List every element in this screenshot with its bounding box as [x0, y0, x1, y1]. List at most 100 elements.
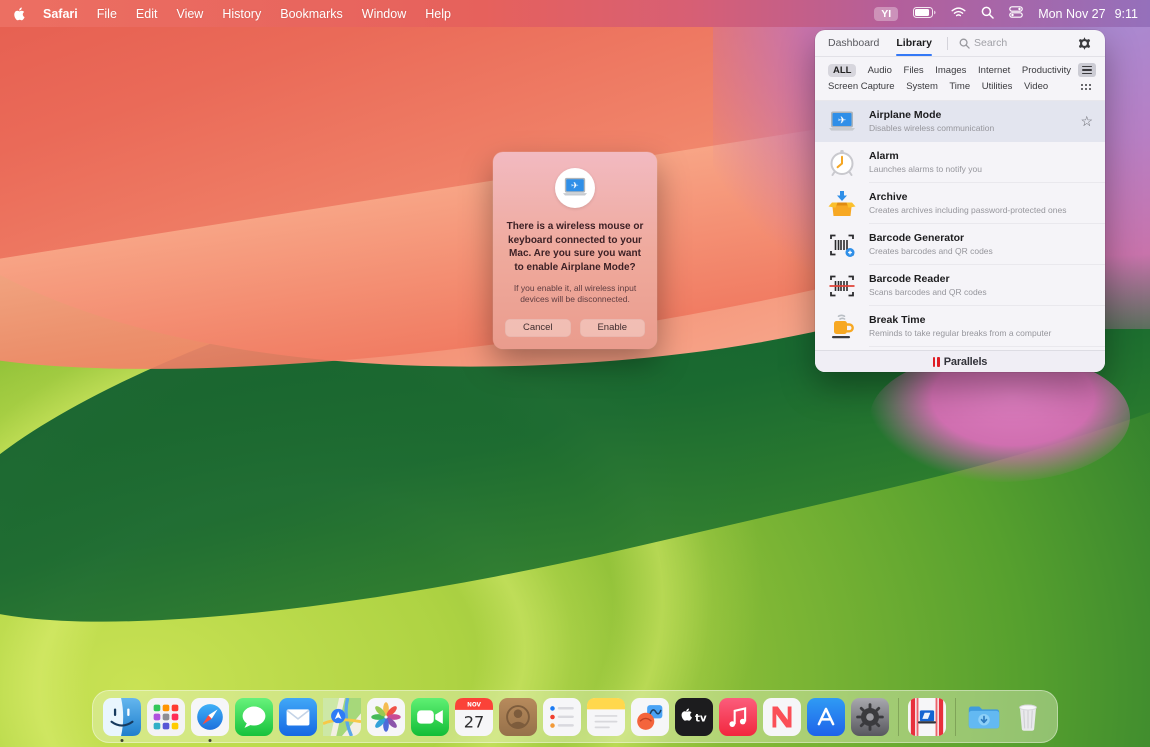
- category-utilities[interactable]: Utilities: [982, 81, 1013, 92]
- tool-title: Alarm: [869, 150, 982, 163]
- freeform-icon: [631, 698, 669, 736]
- menu-bar: Safari File Edit View History Bookmarks …: [0, 0, 1150, 27]
- tool-title: Archive: [869, 191, 1067, 204]
- airplane-laptop-icon: ✈: [561, 176, 589, 200]
- parallels-logo-icon: [933, 357, 940, 367]
- category-video[interactable]: Video: [1024, 81, 1048, 92]
- maps-icon: [323, 698, 361, 736]
- tool-title: Barcode Generator: [869, 232, 993, 245]
- dock-item-facetime[interactable]: [411, 698, 449, 736]
- tool-subtitle: Creates archives including password-prot…: [869, 205, 1067, 216]
- list-item-archive[interactable]: Archive Creates archives including passw…: [815, 183, 1105, 224]
- category-time[interactable]: Time: [949, 81, 970, 92]
- svg-text:27: 27: [464, 712, 485, 731]
- dock-item-parallels-toolbox[interactable]: [908, 698, 946, 736]
- menu-item-file[interactable]: File: [97, 7, 117, 21]
- system-settings-icon: [851, 698, 889, 736]
- menu-app-name[interactable]: Safari: [43, 7, 78, 21]
- tool-subtitle: Reminds to take regular breaks from a co…: [869, 328, 1051, 339]
- tab-dashboard[interactable]: Dashboard: [828, 37, 879, 49]
- dock-item-launchpad[interactable]: [147, 698, 185, 736]
- calendar-icon: NOV 27: [455, 698, 493, 736]
- parallels-brand-text: Parallels: [944, 356, 987, 368]
- wifi-icon[interactable]: [951, 7, 966, 21]
- dock-item-maps[interactable]: [323, 698, 361, 736]
- music-icon: [719, 698, 757, 736]
- category-internet[interactable]: Internet: [978, 65, 1010, 76]
- menu-item-bookmarks[interactable]: Bookmarks: [280, 7, 343, 21]
- dialog-body: If you enable it, all wireless input dev…: [505, 283, 645, 306]
- dock-item-finder[interactable]: [103, 698, 141, 736]
- dock-item-app-store[interactable]: [807, 698, 845, 736]
- dock-item-safari[interactable]: [191, 698, 229, 736]
- grid-view-button[interactable]: [1078, 81, 1096, 95]
- category-audio[interactable]: Audio: [868, 65, 892, 76]
- enable-button[interactable]: Enable: [580, 319, 646, 337]
- tab-library[interactable]: Library: [896, 37, 932, 49]
- photos-icon: [367, 698, 405, 736]
- dock-item-news[interactable]: [763, 698, 801, 736]
- search-icon: [959, 38, 970, 49]
- menu-item-view[interactable]: View: [176, 7, 203, 21]
- search-input[interactable]: [974, 37, 1074, 49]
- downloads-folder-icon: [965, 698, 1003, 736]
- list-item-barcode-generator[interactable]: Barcode Generator Creates barcodes and Q…: [815, 224, 1105, 265]
- control-center-icon[interactable]: [1009, 6, 1023, 21]
- tool-subtitle: Creates barcodes and QR codes: [869, 246, 993, 257]
- menu-item-edit[interactable]: Edit: [136, 7, 158, 21]
- dock-item-calendar[interactable]: NOV 27: [455, 698, 493, 736]
- dock-item-apple-tv[interactable]: tv: [675, 698, 713, 736]
- apple-tv-icon: tv: [675, 698, 713, 736]
- list-item-barcode-reader[interactable]: Barcode Reader Scans barcodes and QR cod…: [815, 265, 1105, 306]
- battery-icon[interactable]: [913, 7, 936, 21]
- dock-divider: [955, 698, 956, 736]
- dialog-title: There is a wireless mouse or keyboard co…: [503, 220, 647, 274]
- dock-item-freeform[interactable]: [631, 698, 669, 736]
- svg-text:✈: ✈: [838, 115, 846, 126]
- category-screen-capture[interactable]: Screen Capture: [828, 81, 895, 92]
- menu-item-history[interactable]: History: [222, 7, 261, 21]
- news-icon: [763, 698, 801, 736]
- dock-item-music[interactable]: [719, 698, 757, 736]
- list-item-airplane-mode[interactable]: ✈ Airplane Mode Disables wireless commun…: [815, 101, 1105, 142]
- category-images[interactable]: Images: [935, 65, 966, 76]
- spotlight-search-icon[interactable]: [981, 6, 994, 22]
- dock-item-messages[interactable]: [235, 698, 273, 736]
- dock-item-photos[interactable]: [367, 698, 405, 736]
- category-files[interactable]: Files: [904, 65, 924, 76]
- messages-icon: [235, 698, 273, 736]
- dock-item-trash[interactable]: [1009, 698, 1047, 736]
- apple-menu-icon[interactable]: [12, 6, 26, 22]
- break-time-icon: [827, 312, 857, 342]
- tool-list: ✈ Airplane Mode Disables wireless commun…: [815, 101, 1105, 350]
- dock-item-downloads[interactable]: [965, 698, 1003, 736]
- mail-icon: [279, 698, 317, 736]
- archive-icon: [827, 189, 857, 219]
- gear-icon[interactable]: [1077, 36, 1092, 51]
- notes-icon: [587, 698, 625, 736]
- clock-time: 9:11: [1115, 7, 1138, 21]
- category-system[interactable]: System: [906, 81, 938, 92]
- header-divider: [947, 37, 948, 50]
- dock-item-reminders[interactable]: [543, 698, 581, 736]
- dock-item-system-settings[interactable]: [851, 698, 889, 736]
- favorite-star-icon[interactable]: ☆: [1080, 113, 1093, 130]
- menu-bar-clock[interactable]: Mon Nov 27 9:11: [1038, 7, 1138, 21]
- category-productivity[interactable]: Productivity: [1022, 65, 1071, 76]
- svg-text:NOV: NOV: [467, 702, 481, 708]
- dock-item-notes[interactable]: [587, 698, 625, 736]
- list-item-break-time[interactable]: Break Time Reminds to take regular break…: [815, 306, 1105, 347]
- dock-divider: [898, 698, 899, 736]
- list-item-alarm[interactable]: Alarm Launches alarms to notify you: [815, 142, 1105, 183]
- cancel-button[interactable]: Cancel: [505, 319, 571, 337]
- dock-item-contacts[interactable]: [499, 698, 537, 736]
- panel-header: Dashboard Library: [815, 30, 1105, 57]
- list-view-button[interactable]: [1078, 63, 1096, 77]
- dock-item-mail[interactable]: [279, 698, 317, 736]
- category-all[interactable]: ALL: [828, 64, 856, 77]
- search-field[interactable]: [959, 37, 1077, 49]
- menu-item-help[interactable]: Help: [425, 7, 451, 21]
- input-source-badge[interactable]: YI: [874, 7, 898, 21]
- tool-title: Barcode Reader: [869, 273, 987, 286]
- menu-item-window[interactable]: Window: [362, 7, 406, 21]
